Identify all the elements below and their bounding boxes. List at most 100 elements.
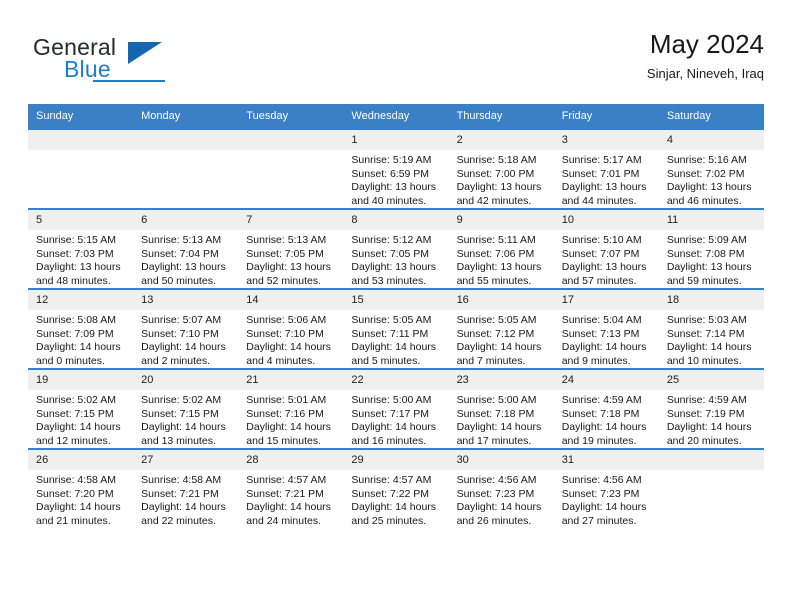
sunrise-time: Sunrise: 4:56 AM [456, 474, 537, 486]
daylight-duration-line1: Daylight: 14 hours [666, 341, 752, 353]
calendar-day-cell[interactable]: 2 Sunrise: 5:18 AM Sunset: 7:00 PM Daylight… [448, 128, 554, 209]
calendar-week-row: 1 Sunrise: 5:19 AM Sunset: 6:59 PM Daylight… [28, 128, 764, 209]
page-header: General Blue May 2024 Sinjar, Nineveh, I… [28, 28, 764, 94]
calendar-cell-empty [238, 128, 344, 209]
day-details: Sunrise: 4:58 AM Sunset: 7:20 PM Daylight:… [28, 470, 133, 528]
daylight-duration-line1: Daylight: 14 hours [561, 341, 647, 353]
daylight-duration-line2: and 19 minutes. [561, 434, 637, 447]
daylight-duration-line1: Daylight: 13 hours [246, 261, 331, 273]
sunset-time: Sunset: 7:18 PM [456, 407, 535, 420]
day-number: 18 [658, 290, 764, 310]
page-subtitle: Sinjar, Nineveh, Iraq [646, 66, 764, 81]
day-number: 30 [448, 450, 554, 470]
sunset-time: Sunset: 7:10 PM [246, 327, 324, 340]
calendar-cell-empty [28, 128, 134, 209]
calendar-day-cell[interactable]: 13 Sunrise: 5:07 AM Sunset: 7:10 PM Dayligh… [133, 288, 239, 369]
sunrise-time: Sunrise: 5:13 AM [141, 234, 222, 246]
calendar-day-cell[interactable]: 26 Sunrise: 4:58 AM Sunset: 7:20 PM Dayligh… [28, 448, 134, 528]
day-details: Sunrise: 5:12 AM Sunset: 7:05 PM Daylight:… [343, 230, 448, 288]
daylight-duration-line1: Daylight: 14 hours [561, 421, 647, 433]
calendar-week-row: 26 Sunrise: 4:58 AM Sunset: 7:20 PM Dayligh… [28, 448, 764, 528]
day-number: 26 [28, 450, 134, 470]
sunrise-time: Sunrise: 4:58 AM [36, 474, 116, 486]
calendar-day-cell[interactable]: 27 Sunrise: 4:58 AM Sunset: 7:21 PM Dayligh… [133, 448, 239, 528]
calendar-day-cell[interactable]: 10 Sunrise: 5:10 AM Sunset: 7:07 PM Dayligh… [553, 208, 659, 289]
daylight-duration-line1: Daylight: 14 hours [36, 501, 121, 513]
calendar-day-cell[interactable]: 9 Sunrise: 5:11 AM Sunset: 7:06 PM Daylight… [448, 208, 554, 289]
day-details: Sunrise: 5:00 AM Sunset: 7:18 PM Daylight:… [449, 390, 554, 448]
day-number: 17 [553, 290, 659, 310]
day-number [28, 130, 134, 150]
calendar-day-cell[interactable]: 19 Sunrise: 5:02 AM Sunset: 7:15 PM Dayligh… [28, 368, 134, 449]
daylight-duration-line1: Daylight: 13 hours [456, 261, 542, 273]
daylight-duration-line1: Daylight: 14 hours [246, 421, 331, 433]
calendar-day-cell[interactable]: 18 Sunrise: 5:03 AM Sunset: 7:14 PM Dayligh… [658, 288, 764, 369]
day-number: 11 [658, 210, 764, 230]
calendar-day-cell[interactable]: 22 Sunrise: 5:00 AM Sunset: 7:17 PM Dayligh… [343, 368, 449, 449]
daylight-duration-line2: and 15 minutes. [246, 434, 321, 447]
calendar-day-cell[interactable]: 30 Sunrise: 4:56 AM Sunset: 7:23 PM Dayligh… [448, 448, 554, 528]
sunset-time: Sunset: 6:59 PM [351, 167, 430, 180]
day-details: Sunrise: 4:58 AM Sunset: 7:21 PM Daylight:… [133, 470, 238, 528]
calendar-day-cell[interactable]: 16 Sunrise: 5:05 AM Sunset: 7:12 PM Dayligh… [448, 288, 554, 369]
day-details: Sunrise: 5:19 AM Sunset: 6:59 PM Daylight:… [343, 150, 448, 208]
daylight-duration-line2: and 24 minutes. [246, 514, 321, 527]
calendar-day-cell[interactable]: 20 Sunrise: 5:02 AM Sunset: 7:15 PM Dayligh… [133, 368, 239, 449]
day-details: Sunrise: 5:16 AM Sunset: 7:02 PM Daylight:… [659, 150, 764, 208]
general-blue-logo[interactable]: General Blue [33, 34, 253, 86]
calendar-day-cell[interactable]: 28 Sunrise: 4:57 AM Sunset: 7:21 PM Dayligh… [238, 448, 344, 528]
daylight-duration-line2: and 9 minutes. [561, 354, 631, 367]
daylight-duration-line2: and 52 minutes. [246, 274, 321, 287]
calendar-day-cell[interactable]: 1 Sunrise: 5:19 AM Sunset: 6:59 PM Daylight… [343, 128, 449, 209]
day-details: Sunrise: 5:10 AM Sunset: 7:07 PM Daylight:… [554, 230, 659, 288]
title-block: May 2024 Sinjar, Nineveh, Iraq [647, 28, 764, 84]
calendar-day-cell[interactable]: 24 Sunrise: 4:59 AM Sunset: 7:18 PM Dayligh… [553, 368, 659, 449]
sunset-time: Sunset: 7:20 PM [36, 487, 114, 500]
sunrise-sunset-calendar: Sunday Monday Tuesday Wednesday Thursday… [28, 104, 764, 528]
calendar-day-cell[interactable]: 5 Sunrise: 5:15 AM Sunset: 7:03 PM Daylight… [28, 208, 134, 289]
calendar-day-cell[interactable]: 14 Sunrise: 5:06 AM Sunset: 7:10 PM Dayligh… [238, 288, 344, 369]
sunset-time: Sunset: 7:01 PM [561, 167, 640, 180]
sunset-time: Sunset: 7:04 PM [141, 247, 219, 260]
calendar-day-cell[interactable]: 25 Sunrise: 4:59 AM Sunset: 7:19 PM Dayligh… [658, 368, 764, 449]
sunset-time: Sunset: 7:12 PM [456, 327, 535, 340]
daylight-duration-line2: and 42 minutes. [456, 194, 532, 207]
sunrise-time: Sunrise: 5:00 AM [456, 394, 537, 406]
sunrise-time: Sunrise: 5:04 AM [561, 314, 642, 326]
calendar-day-cell[interactable]: 11 Sunrise: 5:09 AM Sunset: 7:08 PM Dayligh… [658, 208, 764, 289]
daylight-duration-line2: and 55 minutes. [456, 274, 532, 287]
daylight-duration-line2: and 7 minutes. [456, 354, 526, 367]
day-details: Sunrise: 5:02 AM Sunset: 7:15 PM Daylight:… [133, 390, 238, 448]
day-details: Sunrise: 5:01 AM Sunset: 7:16 PM Daylight:… [238, 390, 343, 448]
sunset-time: Sunset: 7:11 PM [351, 327, 429, 340]
day-number [658, 450, 764, 470]
calendar-day-cell[interactable]: 17 Sunrise: 5:04 AM Sunset: 7:13 PM Dayligh… [553, 288, 659, 369]
daylight-duration-line2: and 17 minutes. [456, 434, 532, 447]
daylight-duration-line1: Daylight: 14 hours [456, 501, 542, 513]
sunrise-time: Sunrise: 5:15 AM [36, 234, 116, 246]
sunset-time: Sunset: 7:05 PM [351, 247, 430, 260]
day-details: Sunrise: 4:56 AM Sunset: 7:23 PM Daylight:… [554, 470, 659, 528]
sunset-time: Sunset: 7:02 PM [666, 167, 745, 180]
day-number: 1 [343, 130, 449, 150]
sunset-time: Sunset: 7:17 PM [351, 407, 430, 420]
sunrise-time: Sunrise: 4:56 AM [561, 474, 642, 486]
day-details: Sunrise: 5:13 AM Sunset: 7:05 PM Daylight:… [238, 230, 343, 288]
calendar-day-cell[interactable]: 29 Sunrise: 4:57 AM Sunset: 7:22 PM Dayligh… [343, 448, 449, 528]
day-details: Sunrise: 5:11 AM Sunset: 7:06 PM Daylight:… [449, 230, 554, 288]
calendar-day-cell[interactable]: 15 Sunrise: 5:05 AM Sunset: 7:11 PM Dayligh… [343, 288, 449, 369]
day-number: 4 [658, 130, 764, 150]
calendar-day-cell[interactable]: 3 Sunrise: 5:17 AM Sunset: 7:01 PM Daylight… [553, 128, 659, 209]
calendar-day-cell[interactable]: 8 Sunrise: 5:12 AM Sunset: 7:05 PM Daylight… [343, 208, 449, 289]
calendar-day-cell[interactable]: 12 Sunrise: 5:08 AM Sunset: 7:09 PM Dayligh… [28, 288, 134, 369]
daylight-duration-line2: and 13 minutes. [141, 434, 216, 447]
calendar-day-cell[interactable]: 4 Sunrise: 5:16 AM Sunset: 7:02 PM Daylight… [658, 128, 764, 209]
calendar-day-cell[interactable]: 7 Sunrise: 5:13 AM Sunset: 7:05 PM Daylight… [238, 208, 344, 289]
calendar-body: 1 Sunrise: 5:19 AM Sunset: 6:59 PM Daylight… [28, 128, 764, 528]
calendar-day-cell[interactable]: 21 Sunrise: 5:01 AM Sunset: 7:16 PM Dayligh… [238, 368, 344, 449]
calendar-day-cell[interactable]: 31 Sunrise: 4:56 AM Sunset: 7:23 PM Dayligh… [553, 448, 659, 528]
calendar-day-cell[interactable]: 23 Sunrise: 5:00 AM Sunset: 7:18 PM Dayligh… [448, 368, 554, 449]
daylight-duration-line2: and 46 minutes. [666, 194, 742, 207]
calendar-day-cell[interactable]: 6 Sunrise: 5:13 AM Sunset: 7:04 PM Daylight… [133, 208, 239, 289]
calendar-page: General Blue May 2024 Sinjar, Nineveh, I… [0, 0, 792, 612]
